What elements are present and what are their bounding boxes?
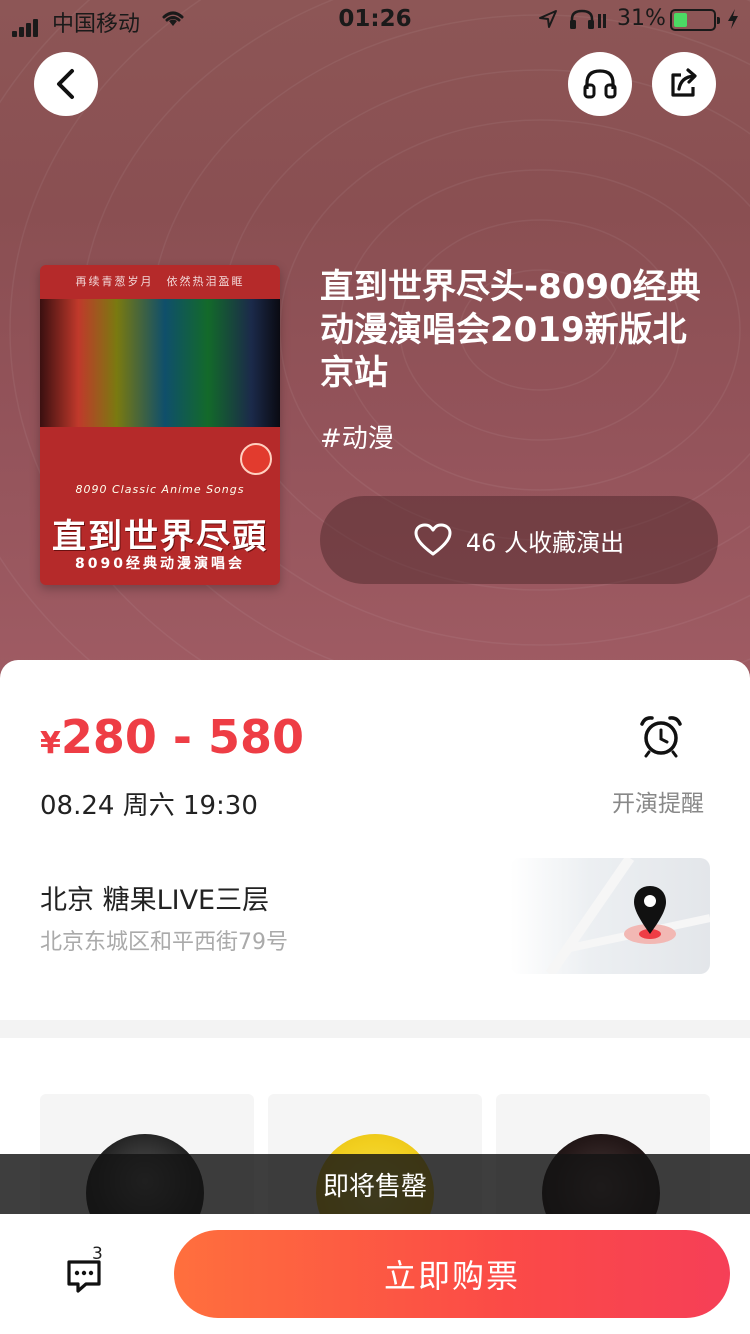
battery-icon — [670, 9, 720, 31]
map-pin-icon — [626, 882, 674, 942]
poster-subtitle: 8090 Classic Anime Songs — [75, 483, 245, 496]
battery-percent: 31% — [617, 6, 666, 31]
show-title: 直到世界尽头-8090经典动漫演唱会2019新版北京站 — [320, 267, 701, 393]
poster-band-photo — [40, 299, 280, 427]
favorite-count-label: 46 人收藏演出 — [465, 528, 625, 557]
chat-badge-count: 3 — [92, 1244, 103, 1264]
share-button[interactable] — [652, 52, 716, 116]
location-arrow-icon — [538, 9, 558, 35]
favorite-button[interactable]: 46 人收藏演出 — [320, 496, 718, 584]
status-bar: 中国移动 01:26 31% — [0, 0, 750, 40]
event-details-card: ¥280 - 580 08.24 周六 19:30 开演提醒 北京 糖果LIVE… — [0, 660, 750, 1020]
show-tag[interactable]: #动漫 — [320, 418, 394, 455]
venue-name: 北京 糖果LIVE三层 — [40, 885, 270, 916]
price-range: ¥280 - 580 — [40, 710, 304, 764]
charging-bolt-icon — [726, 8, 740, 36]
sold-out-soon-toast: 即将售罄 — [0, 1154, 750, 1214]
section-divider — [0, 1020, 750, 1038]
price-currency: ¥ — [40, 726, 61, 761]
event-poster[interactable]: 再续青葱岁月 依然热泪盈眶 8090 Classic Anime Songs 直… — [40, 265, 280, 585]
alarm-clock-icon[interactable] — [638, 714, 684, 762]
poster-top-text: 再续青葱岁月 依然热泪盈眶 — [75, 275, 245, 288]
audio-button[interactable] — [568, 52, 632, 116]
back-button[interactable] — [34, 52, 98, 116]
poster-title-secondary: 8090经典动漫演唱会 — [75, 556, 245, 572]
headphones-icon — [583, 69, 617, 99]
show-datetime: 08.24 周六 19:30 — [40, 791, 258, 821]
poster-title: 直到世界尽頭 — [52, 517, 268, 557]
buy-ticket-button[interactable]: 立即购票 — [174, 1230, 730, 1318]
headphones-status-icon — [568, 8, 608, 36]
hero-header: 中国移动 01:26 31% 再续青葱岁月 依然热泪盈眶 8090 Classi… — [0, 0, 750, 700]
venue-address: 北京东城区和平西街79号 — [40, 930, 288, 955]
heart-icon — [414, 523, 452, 556]
price-range-value: 280 - 580 — [60, 710, 305, 764]
bottom-action-bar: 3 立即购票 — [0, 1214, 750, 1334]
share-icon — [671, 68, 697, 97]
chevron-left-icon — [57, 69, 74, 99]
venue-map-thumbnail — [510, 855, 711, 977]
reminder-label[interactable]: 开演提醒 — [612, 784, 704, 818]
poster-seal — [240, 443, 272, 475]
venue-row[interactable]: 北京 糖果LIVE三层 北京东城区和平西街79号 — [0, 855, 750, 977]
